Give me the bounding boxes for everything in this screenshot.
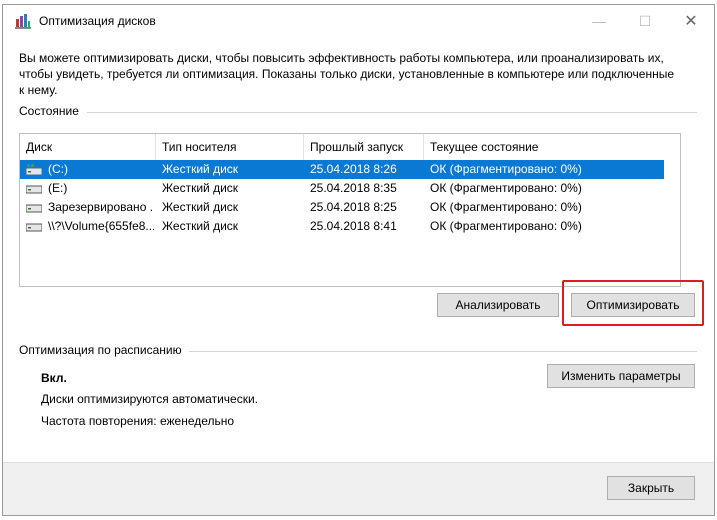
drive-state: ОК (Фрагментировано: 0%) xyxy=(430,219,582,233)
drive-last-run: 25.04.2018 8:35 xyxy=(310,181,397,195)
drive-media-type: Жесткий диск xyxy=(162,162,239,176)
schedule-status: Вкл. xyxy=(41,371,67,385)
drive-last-run: 25.04.2018 8:26 xyxy=(310,162,397,176)
schedule-auto-text: Диски оптимизируются автоматически. xyxy=(41,392,259,406)
drive-icon xyxy=(26,185,42,194)
system-drive-icon xyxy=(26,164,42,175)
window-title: Оптимизация дисков xyxy=(39,14,156,28)
drive-state: ОК (Фрагментировано: 0%) xyxy=(430,162,582,176)
status-divider xyxy=(87,112,697,113)
analyze-button[interactable]: Анализировать xyxy=(437,293,559,317)
drive-row[interactable]: Зарезервировано ... Жесткий диск 25.04.2… xyxy=(20,198,664,217)
minimize-button[interactable]: — xyxy=(576,5,622,37)
drive-row[interactable]: (E:) Жесткий диск 25.04.2018 8:35 ОК (Фр… xyxy=(20,179,664,198)
status-section-label: Состояние xyxy=(19,104,79,118)
close-button[interactable]: Закрыть xyxy=(607,476,695,500)
column-header-state[interactable]: Текущее состояние xyxy=(424,134,664,160)
maximize-button[interactable]: ☐ xyxy=(622,5,668,37)
drive-name: (C:) xyxy=(48,162,68,176)
column-header-disk[interactable]: Диск xyxy=(20,134,156,160)
close-window-button[interactable]: ✕ xyxy=(668,5,714,37)
defrag-app-icon xyxy=(15,14,31,29)
column-header-media[interactable]: Тип носителя xyxy=(156,134,304,160)
drive-name: Зарезервировано ... xyxy=(48,200,154,214)
title-bar[interactable]: Оптимизация дисков — ☐ ✕ xyxy=(3,5,714,37)
drive-row[interactable]: (C:) Жесткий диск 25.04.2018 8:26 ОК (Фр… xyxy=(20,160,664,179)
drives-list-header: Диск Тип носителя Прошлый запуск Текущее… xyxy=(20,134,680,160)
drive-name: \\?\Volume{655fe8... xyxy=(48,219,154,233)
drive-media-type: Жесткий диск xyxy=(162,200,239,214)
drive-icon xyxy=(26,204,42,213)
drive-media-type: Жесткий диск xyxy=(162,181,239,195)
schedule-divider xyxy=(189,351,697,352)
drive-state: ОК (Фрагментировано: 0%) xyxy=(430,200,582,214)
drive-state: ОК (Фрагментировано: 0%) xyxy=(430,181,582,195)
drives-list[interactable]: Диск Тип носителя Прошлый запуск Текущее… xyxy=(19,133,681,287)
column-header-last-run[interactable]: Прошлый запуск xyxy=(304,134,424,160)
annotation-highlight xyxy=(562,280,704,326)
drive-name: (E:) xyxy=(48,181,68,195)
drive-row[interactable]: \\?\Volume{655fe8... Жесткий диск 25.04.… xyxy=(20,217,664,236)
schedule-frequency-text: Частота повторения: еженедельно xyxy=(41,414,235,428)
drive-icon xyxy=(26,223,42,232)
defrag-window: Оптимизация дисков — ☐ ✕ Вы можете оптим… xyxy=(2,4,715,516)
drive-media-type: Жесткий диск xyxy=(162,219,239,233)
change-settings-button[interactable]: Изменить параметры xyxy=(547,364,695,388)
description-text: Вы можете оптимизировать диски, чтобы по… xyxy=(19,51,675,97)
drive-last-run: 25.04.2018 8:25 xyxy=(310,200,397,214)
schedule-section-label: Оптимизация по расписанию xyxy=(19,343,182,357)
dialog-footer: Закрыть xyxy=(3,462,714,515)
drive-last-run: 25.04.2018 8:41 xyxy=(310,219,397,233)
